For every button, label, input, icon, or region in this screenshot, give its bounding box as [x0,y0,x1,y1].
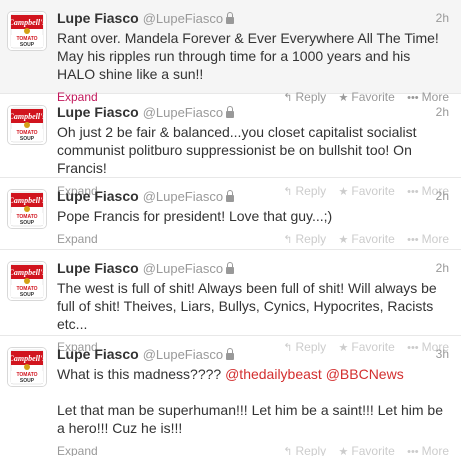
tweet-text-body: Let that man be superhuman!!! Let him be… [57,402,444,436]
reply-button[interactable]: ↰ Reply [283,232,326,246]
tweet-text: Rant over. Mandela Forever & Ever Everyw… [57,30,439,82]
mention-link[interactable]: @thedailybeast [225,366,322,382]
reply-arrow-icon: ↰ [283,446,293,456]
username[interactable]: @LupeFiasco [143,347,223,362]
svg-text:Campbell's: Campbell's [9,354,46,363]
star-icon: ★ [338,234,349,246]
lock-icon [226,190,235,202]
tweet-header: Lupe Fiasco @LupeFiasco 2h [57,104,449,120]
expand-link[interactable]: Expand [57,232,98,246]
mention-link[interactable]: @BBCNews [326,366,404,382]
avatar[interactable]: Campbell's TOMATO SOUP [8,190,46,228]
expand-link[interactable]: Expand [57,444,98,456]
svg-text:Campbell's: Campbell's [9,18,46,27]
svg-text:SOUP: SOUP [20,220,35,226]
fullname[interactable]: Lupe Fiasco [57,260,139,276]
svg-text:SOUP: SOUP [20,136,35,142]
ellipsis-icon: ••• [407,446,419,456]
tweet-content: Lupe Fiasco @LupeFiasco 3h What is this m… [57,346,449,456]
svg-text:Campbell's: Campbell's [9,196,46,205]
fullname[interactable]: Lupe Fiasco [57,10,139,26]
tweet-header: Lupe Fiasco @LupeFiasco 2h [57,188,449,204]
more-button[interactable]: ••• More [407,232,449,246]
timestamp[interactable]: 2h [436,104,449,120]
star-icon: ★ [338,446,349,456]
tweet-timeline: Campbell's TOMATO SOUP Lupe Fiasco @LupeF… [0,0,461,456]
timestamp[interactable]: 2h [436,10,449,26]
tweet-actions: ↰ Reply ★ Favorite ••• More [274,443,449,456]
tweet-content: Lupe Fiasco @LupeFiasco 2h Pope Francis f… [57,188,449,247]
tweet-text: Pope Francis for president! Love that gu… [57,208,333,224]
reply-arrow-icon: ↰ [283,234,293,246]
favorite-button[interactable]: ★ Favorite [339,444,395,456]
reply-label: Reply [295,232,327,246]
lock-icon [226,262,235,274]
fullname[interactable]: Lupe Fiasco [57,104,139,120]
tweet-text-prefix: What is this madness???? [57,366,226,382]
avatar[interactable]: Campbell's TOMATO SOUP [8,106,46,144]
avatar[interactable]: Campbell's TOMATO SOUP [8,12,46,50]
tweet-text: What is this madness???? @thedailybeast … [57,365,449,437]
avatar[interactable]: Campbell's TOMATO SOUP [8,348,46,386]
timestamp[interactable]: 2h [436,188,449,204]
timestamp[interactable]: 3h [436,346,449,362]
campbells-soup-can-icon: Campbell's TOMATO SOUP [8,262,46,300]
svg-text:SOUP: SOUP [20,292,35,298]
avatar[interactable]: Campbell's TOMATO SOUP [8,262,46,300]
fullname[interactable]: Lupe Fiasco [57,188,139,204]
username[interactable]: @LupeFiasco [143,189,223,204]
svg-text:SOUP: SOUP [20,378,35,384]
tweet-text: Oh just 2 be fair & balanced...you close… [57,124,417,176]
tweet-content: Lupe Fiasco @LupeFiasco 2h Rant over. Man… [57,10,449,105]
tweet[interactable]: Campbell's TOMATO SOUP Lupe Fiasco @LupeF… [0,250,461,354]
lock-icon [226,106,235,118]
campbells-soup-can-icon: Campbell's TOMATO SOUP [8,190,46,228]
tweet-header: Lupe Fiasco @LupeFiasco 2h [57,10,449,26]
svg-text:Campbell's: Campbell's [9,268,46,277]
svg-text:SOUP: SOUP [20,42,35,48]
campbells-soup-can-icon: Campbell's TOMATO SOUP [8,12,46,50]
tweet-footer: Expand ↰ Reply ★ Favorite ••• More [57,443,449,456]
more-button[interactable]: ••• More [407,444,449,456]
tweet-text: The west is full of shit! Always been fu… [57,280,437,332]
tweet-footer: Expand ↰ Reply ★ Favorite ••• More [57,231,449,247]
username[interactable]: @LupeFiasco [143,11,223,26]
username[interactable]: @LupeFiasco [143,105,223,120]
campbells-soup-can-icon: Campbell's TOMATO SOUP [8,106,46,144]
reply-button[interactable]: ↰ Reply [283,444,326,456]
tweet[interactable]: Campbell's TOMATO SOUP Lupe Fiasco @LupeF… [0,178,461,250]
favorite-label: Favorite [351,232,395,246]
tweet-header: Lupe Fiasco @LupeFiasco 2h [57,260,449,276]
favorite-button[interactable]: ★ Favorite [339,232,395,246]
lock-icon [226,348,235,360]
tweet-actions: ↰ Reply ★ Favorite ••• More [274,231,449,248]
lock-icon [226,12,235,24]
svg-text:Campbell's: Campbell's [9,112,46,121]
more-label: More [421,444,449,456]
fullname[interactable]: Lupe Fiasco [57,346,139,362]
campbells-soup-can-icon: Campbell's TOMATO SOUP [8,348,46,386]
timestamp[interactable]: 2h [436,260,449,276]
reply-label: Reply [295,444,327,456]
tweet-header: Lupe Fiasco @LupeFiasco 3h [57,346,449,362]
ellipsis-icon: ••• [407,234,419,246]
tweet[interactable]: Campbell's TOMATO SOUP Lupe Fiasco @LupeF… [0,94,461,198]
favorite-label: Favorite [351,444,395,456]
username[interactable]: @LupeFiasco [143,261,223,276]
tweet[interactable]: Campbell's TOMATO SOUP Lupe Fiasco @LupeF… [0,0,461,104]
more-label: More [421,232,449,246]
tweet[interactable]: Campbell's TOMATO SOUP Lupe Fiasco @LupeF… [0,336,461,456]
